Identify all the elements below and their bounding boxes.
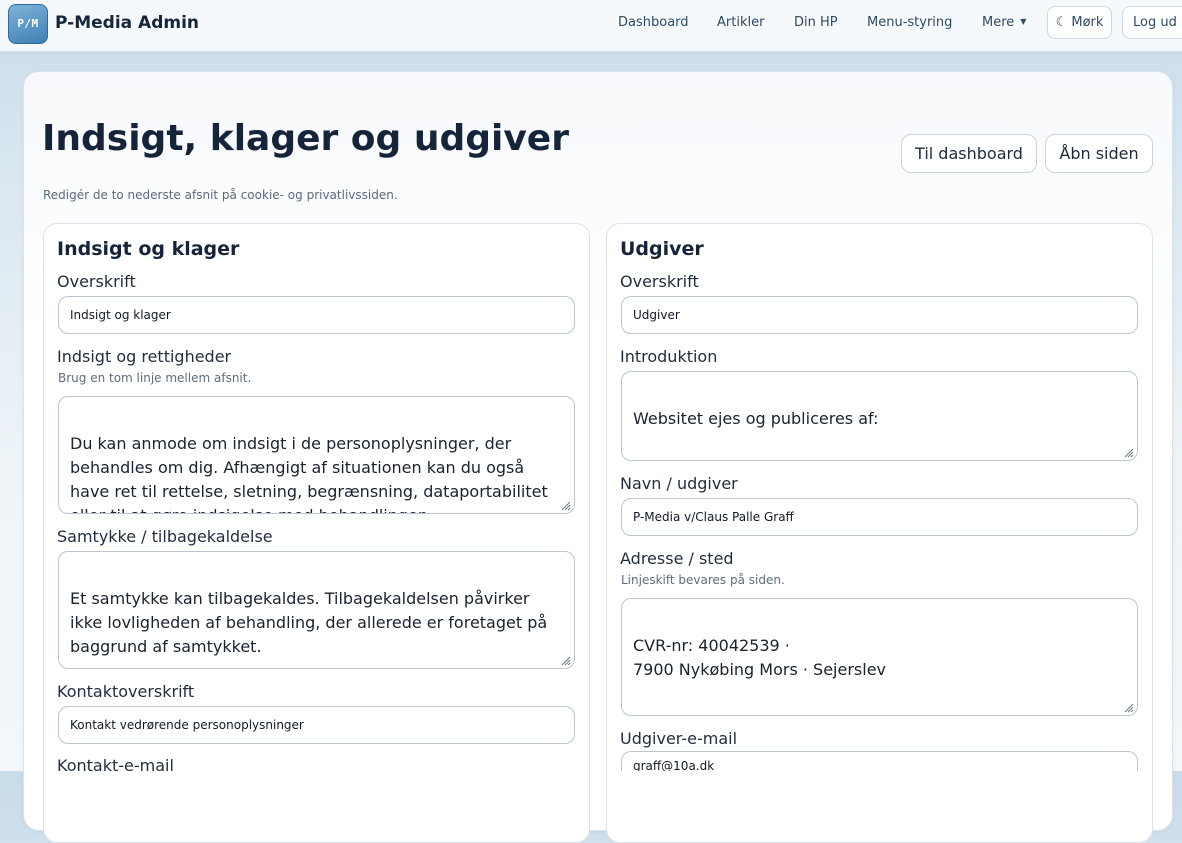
address-text: CVR-nr: 40042539 · 7900 Nykøbing Mors · … [633,636,887,679]
consent-text: Et samtykke kan tilbagekaldes. Tilbageka… [70,589,548,656]
resize-handle-icon[interactable] [1122,446,1134,458]
nav-menu[interactable]: Menu-styring [867,15,952,30]
publisher-email-label: Udgiver-e-mail [620,729,738,748]
consent-label: Samtykke / tilbagekaldelse [57,527,273,546]
open-page-button[interactable]: Åbn siden [1045,134,1153,173]
publisher-heading-label: Overskrift [620,272,699,291]
rights-hint: Brug en tom linje mellem afsnit. [58,371,252,385]
page-subtitle: Redigér de to nederste afsnit på cookie-… [43,188,398,202]
resize-handle-icon[interactable] [559,654,571,666]
address-label: Adresse / sted [620,549,734,568]
rights-text: Du kan anmode om indsigt i de personoply… [70,434,548,513]
publisher-email-input[interactable]: graff@10a.dk [621,751,1138,771]
caret-down-icon: ▼ [1020,17,1027,26]
brand-name[interactable]: P-Media Admin [55,13,199,33]
nav-articles[interactable]: Artikler [717,15,764,30]
nav-more-label: Mere [982,15,1015,30]
intro-label: Introduktion [620,347,718,366]
insight-section-title: Indsigt og klager [57,238,240,260]
nav-more-dropdown[interactable]: Mere ▼ [982,15,1026,30]
publisher-name-input[interactable]: P-Media v/Claus Palle Graff [621,498,1138,536]
resize-handle-icon[interactable] [1122,701,1134,713]
logout-button[interactable]: Log ud [1122,6,1182,39]
intro-textarea[interactable]: Websitet ejes og publiceres af: [621,371,1138,461]
rights-textarea[interactable]: Du kan anmode om indsigt i de personoply… [58,396,575,514]
nav-homepage[interactable]: Din HP [794,15,838,30]
publisher-name-label: Navn / udgiver [620,474,738,493]
publisher-heading-input[interactable]: Udgiver [621,296,1138,334]
contact-heading-input[interactable]: Kontakt vedrørende personoplysninger [58,706,575,744]
intro-text: Websitet ejes og publiceres af: [633,409,879,428]
to-dashboard-button[interactable]: Til dashboard [901,134,1037,173]
nav-dashboard[interactable]: Dashboard [618,15,689,30]
insight-heading-input[interactable]: Indsigt og klager [58,296,575,334]
rights-label: Indsigt og rettigheder [57,347,232,366]
publisher-section-title: Udgiver [620,238,704,260]
contact-email-label: Kontakt-e-mail [57,756,174,775]
insight-heading-label: Overskrift [57,272,136,291]
logo-badge[interactable]: P/M [8,4,48,44]
address-hint: Linjeskift bevares på siden. [621,573,785,587]
contact-heading-label: Kontaktoverskrift [57,682,195,701]
address-textarea[interactable]: CVR-nr: 40042539 · 7900 Nykøbing Mors · … [621,598,1138,716]
top-navigation-bar: P/M P-Media Admin Dashboard Artikler Din… [0,0,1182,52]
page-title: Indsigt, klager og udgiver [42,118,569,159]
dark-mode-toggle[interactable]: ☾ Mørk [1047,6,1112,39]
resize-handle-icon[interactable] [559,499,571,511]
consent-textarea[interactable]: Et samtykke kan tilbagekaldes. Tilbageka… [58,551,575,669]
